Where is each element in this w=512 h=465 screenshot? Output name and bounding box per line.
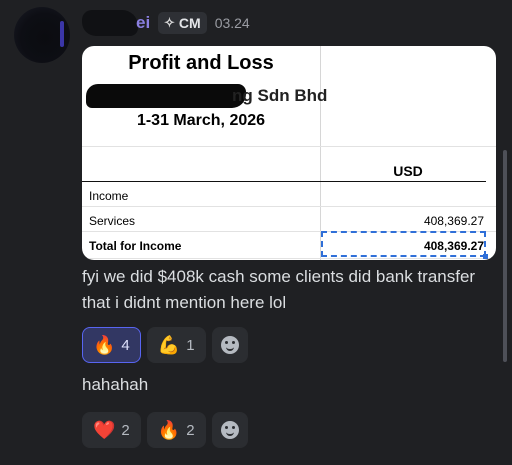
company-name-visible-fragment: ng Sdn Bhd — [232, 86, 328, 105]
reaction-count: 4 — [121, 336, 130, 354]
reaction-fire[interactable]: 🔥 2 — [146, 412, 206, 448]
row-value-services: 408,369.27 — [423, 214, 484, 228]
add-reaction-button[interactable] — [211, 412, 248, 448]
message-timestamp: 03.24 — [214, 15, 250, 31]
fire-emoji-icon: 🔥 — [157, 420, 181, 440]
sheet-column-divider — [320, 46, 321, 260]
company-name-redacted: ng Sdn Bhd — [82, 84, 382, 108]
add-reaction-button[interactable] — [211, 327, 248, 363]
sheet-row-line — [82, 146, 496, 147]
server-tag-label: CM — [178, 15, 201, 31]
message-text: fyi we did $408k cash some clients did b… — [82, 267, 476, 312]
username-visible-fragment: ei — [136, 13, 150, 32]
selected-cell-outline — [321, 231, 488, 259]
report-period: 1-31 March, 2026 — [136, 112, 266, 129]
reaction-red-heart[interactable]: ❤️ 2 — [82, 412, 141, 448]
red-heart-emoji-icon: ❤️ — [93, 420, 116, 440]
user-avatar[interactable] — [14, 7, 70, 63]
scrollbar-thumb[interactable] — [503, 150, 507, 362]
report-title: Profit and Loss — [128, 52, 274, 74]
reaction-count: 1 — [186, 336, 195, 354]
sheet-row-line — [82, 258, 496, 259]
sheet-row-line — [82, 206, 496, 207]
reaction-count: 2 — [186, 421, 195, 439]
add-reaction-smiley-icon — [220, 336, 239, 354]
chat-view: ei ✧ CM 03.24 Profit and Loss ng Sdn Bhd… — [0, 0, 512, 465]
sparkle-icon: ✧ — [164, 15, 175, 30]
image-attachment[interactable]: Profit and Loss ng Sdn Bhd 1-31 March, 2… — [82, 46, 496, 260]
server-tag[interactable]: ✧ CM — [158, 12, 207, 34]
row-label-total-income: Total for Income — [89, 239, 182, 253]
reaction-flexed-biceps[interactable]: 💪 1 — [146, 327, 206, 363]
redaction-mark — [82, 10, 138, 36]
message-header: ei ✧ CM 03.24 — [82, 10, 250, 36]
row-label-services: Services — [89, 214, 136, 228]
redaction-mark — [86, 84, 246, 108]
fire-emoji-icon: 🔥 — [93, 335, 116, 355]
reaction-bar: 🔥 4 💪 1 — [82, 327, 248, 363]
currency-header: USD — [393, 163, 423, 179]
reaction-fire[interactable]: 🔥 4 — [82, 327, 141, 363]
flexed-biceps-emoji-icon: 💪 — [157, 335, 181, 355]
reaction-bar: ❤️ 2 🔥 2 — [82, 412, 248, 448]
message-text: hahahah — [82, 375, 149, 394]
reaction-count: 2 — [121, 421, 130, 439]
add-reaction-smiley-icon — [220, 421, 239, 439]
header-rule — [82, 181, 486, 182]
username-redacted[interactable]: ei — [82, 10, 150, 36]
row-label-income: Income — [89, 189, 129, 203]
